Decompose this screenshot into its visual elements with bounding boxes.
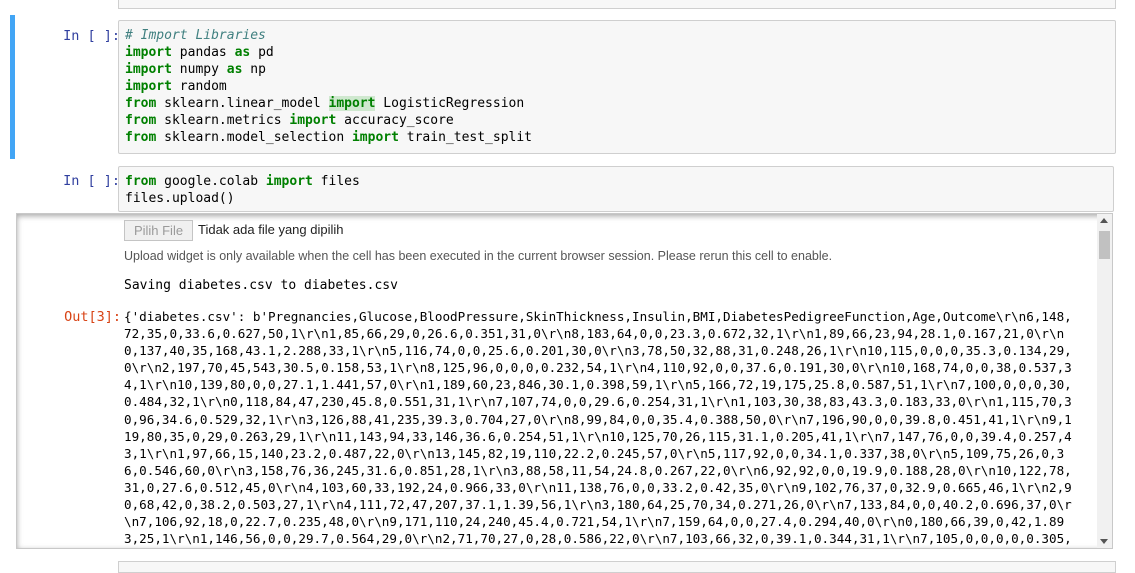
code-token: accuracy_score — [336, 113, 454, 128]
output-line: 0.484,32,1\r\n0,118,84,47,230,45.8,0.551… — [124, 394, 1072, 410]
code-token: sklearn.model_selection — [156, 130, 352, 145]
keyword-token: from — [125, 113, 157, 128]
code-token: numpy — [171, 62, 227, 77]
cell1-code-line: from sklearn.linear_model import Logisti… — [125, 95, 1110, 112]
cell1-code-line: # Import Libraries — [125, 27, 1110, 44]
output-line: 72,35,0,33.6,0.627,50,1\r\n1,85,66,29,0,… — [124, 326, 1065, 342]
keyword-token: import — [289, 113, 337, 128]
keyword-token: import — [351, 130, 399, 145]
keyword-token: from — [125, 96, 157, 111]
output-line: 19,80,35,0,29,0.263,29,1\r\n11,143,94,33… — [124, 428, 1072, 444]
keyword-token: as — [226, 62, 243, 77]
keyword-token: import — [265, 174, 313, 189]
keyword-token: as — [234, 45, 251, 60]
previous-cell-edge[interactable] — [118, 0, 1116, 9]
saving-message: Saving diabetes.csv to diabetes.csv — [124, 278, 398, 293]
code-token: google.colab — [156, 174, 266, 189]
cell2-code-line: from google.colab import files — [125, 173, 1108, 190]
output-prompt: Out[3]: — [64, 309, 121, 325]
code-text[interactable]: # Import Libraries import pandas as pd imp… — [119, 21, 1115, 146]
code-editor[interactable]: from google.colab import files files.uplo… — [118, 166, 1114, 212]
code-text[interactable]: from google.colab import files files.uplo… — [119, 167, 1113, 207]
output-line: {'diabetes.csv': b'Pregnancies,Glucose,B… — [124, 309, 1072, 324]
output-text: {'diabetes.csv': b'Pregnancies,Glucose,B… — [124, 308, 1086, 547]
output-line: 4,1\r\n10,139,80,0,0,27.1,1.441,57,0\r\n… — [124, 377, 1072, 393]
cell1-code-line: import random — [125, 78, 1110, 95]
output-line: 0,96,34.6,0.529,32,1\r\n3,126,88,41,235,… — [124, 411, 1072, 427]
code-token: pandas — [171, 45, 235, 60]
code-token: sklearn.linear_model — [156, 96, 329, 111]
scroll-thumb[interactable] — [1099, 231, 1110, 259]
code-cell-imports[interactable]: In [ ]: # Import Libraries import pandas … — [10, 15, 1123, 159]
keyword-token: from — [125, 130, 157, 145]
cell1-code-line: import pandas as pd — [125, 44, 1110, 61]
output-line: 3,1\r\n1,97,66,15,140,23.2,0.487,22,0\r\… — [124, 445, 1065, 461]
next-cell-edge[interactable] — [118, 561, 1116, 573]
output-line: 0,137,40,35,168,43.1,2.288,33,1\r\n5,116… — [124, 343, 1072, 359]
code-token: LogisticRegression — [375, 96, 525, 111]
output-scrollbar[interactable] — [1097, 214, 1112, 548]
keyword-token: import — [125, 45, 172, 60]
code-token: np — [242, 62, 266, 77]
output-line: \n7,106,92,18,0,22.7,0.235,48,0\r\n9,171… — [124, 514, 1065, 530]
code-editor[interactable]: # Import Libraries import pandas as pd imp… — [118, 20, 1116, 154]
cell1-code-line: from sklearn.metrics import accuracy_sco… — [125, 112, 1110, 129]
input-prompt: In [ ]: — [63, 28, 120, 44]
cell1-code-line: import numpy as np — [125, 61, 1110, 78]
output-line: 0,68,42,0,38.2,0.503,27,1\r\n4,111,72,47… — [124, 497, 1072, 513]
no-file-chosen-label: Tidak ada file yang dipilih — [198, 222, 344, 237]
input-prompt: In [ ]: — [63, 173, 120, 189]
code-token: files.upload() — [125, 191, 235, 206]
code-token: sklearn.metrics — [156, 113, 290, 128]
keyword-token: import — [125, 79, 172, 94]
code-token: random — [171, 79, 227, 94]
keyword-token: import — [125, 62, 172, 77]
choose-file-button[interactable]: Pilih File — [124, 220, 193, 241]
output-line: 0\r\n2,197,70,45,543,30.5,0.158,53,1\r\n… — [124, 360, 1072, 376]
code-cell-upload[interactable]: In [ ]: from google.colab import files fi… — [10, 166, 1118, 216]
keyword-token: from — [125, 174, 157, 189]
scroll-down-icon[interactable] — [1100, 539, 1108, 544]
cell1-code-line: from sklearn.model_selection import trai… — [125, 129, 1110, 146]
output-line: 3,25,1\r\n1,146,56,0,0,29.7,0.564,29,0\r… — [124, 531, 1072, 547]
upload-widget-message: Upload widget is only available when the… — [124, 249, 833, 263]
output-line: 6,0.546,60,0\r\n3,158,76,36,245,31.6,0.8… — [124, 462, 1072, 478]
output-area[interactable]: Pilih File Tidak ada file yang dipilih U… — [16, 213, 1113, 549]
cell2-code-line: files.upload() — [125, 190, 1108, 207]
output-line: 31,0,27.6,0.512,45,0\r\n4,103,60,33,192,… — [124, 479, 1072, 495]
comment-token: # Import Libraries — [125, 28, 266, 43]
keyword-token: import — [328, 96, 376, 111]
scroll-up-icon[interactable] — [1100, 218, 1108, 223]
code-token: pd — [250, 45, 274, 60]
code-token: files — [312, 174, 360, 189]
code-token: train_test_split — [398, 130, 533, 145]
